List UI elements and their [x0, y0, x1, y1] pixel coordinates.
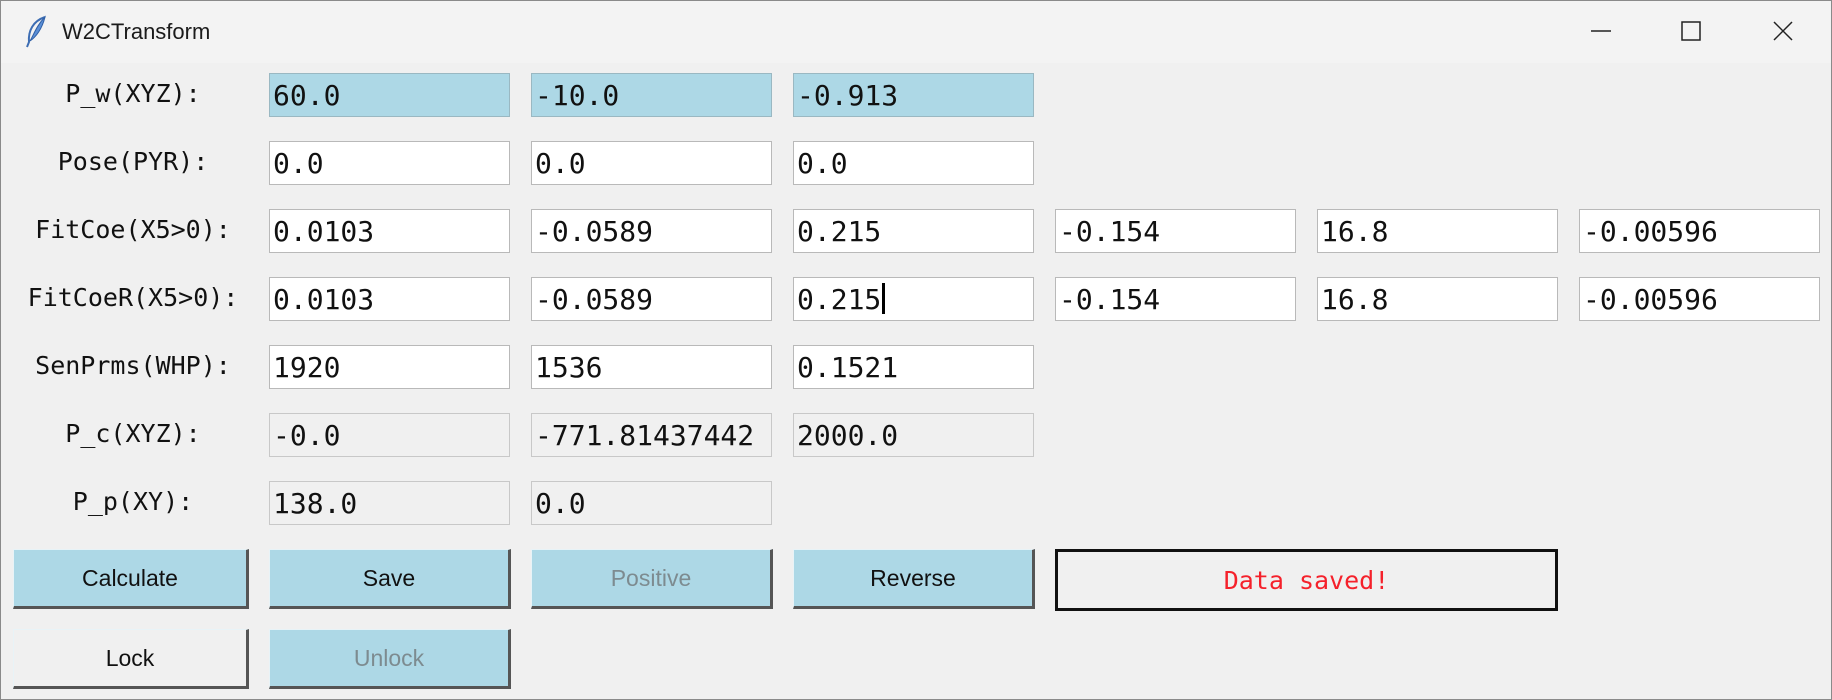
row-label-fitcoe: FitCoe(X5>0):	[35, 215, 231, 244]
positive-button[interactable]: Positive	[531, 549, 773, 609]
window-title: W2CTransform	[62, 19, 211, 44]
reverse-button[interactable]: Reverse	[793, 549, 1035, 609]
fitcoe-input-6[interactable]: -0.00596	[1579, 209, 1820, 253]
fitcoer-input-2[interactable]: -0.0589	[531, 277, 772, 321]
pw-y-input[interactable]: -10.0	[531, 73, 772, 117]
close-button[interactable]	[1753, 11, 1813, 51]
fitcoer-input-6[interactable]: -0.00596	[1579, 277, 1820, 321]
pose-yaw-input[interactable]: 0.0	[531, 141, 772, 185]
pp-y-output: 0.0	[531, 481, 772, 525]
row-label-senprms: SenPrms(WHP):	[35, 351, 231, 380]
maximize-button[interactable]	[1661, 11, 1721, 51]
fitcoe-input-2[interactable]: -0.0589	[531, 209, 772, 253]
fitcoe-input-5[interactable]: 16.8	[1317, 209, 1558, 253]
feather-icon	[23, 15, 49, 49]
row-label-pc: P_c(XYZ):	[65, 419, 201, 448]
calculate-button[interactable]: Calculate	[13, 549, 249, 609]
fitcoer-input-5[interactable]: 16.8	[1317, 277, 1558, 321]
fitcoe-input-1[interactable]: 0.0103	[269, 209, 510, 253]
text-caret	[882, 283, 886, 314]
senprms-height-input[interactable]: 1536	[531, 345, 772, 389]
row-label-fitcoer: FitCoeR(X5>0):	[27, 283, 239, 312]
save-button[interactable]: Save	[269, 549, 511, 609]
app-window: W2CTransform P_w(XYZ): 60.0 -10.0 -0.913…	[0, 0, 1832, 700]
maximize-icon	[1681, 21, 1701, 41]
row-label-pw: P_w(XYZ):	[65, 79, 201, 108]
fitcoe-input-3[interactable]: 0.215	[793, 209, 1034, 253]
close-icon	[1773, 21, 1793, 41]
row-label-pose: Pose(PYR):	[57, 147, 209, 176]
pc-x-output: -0.0	[269, 413, 510, 457]
senprms-pixel-input[interactable]: 0.1521	[793, 345, 1034, 389]
pose-pitch-input[interactable]: 0.0	[269, 141, 510, 185]
senprms-width-input[interactable]: 1920	[269, 345, 510, 389]
fitcoer-input-1[interactable]: 0.0103	[269, 277, 510, 321]
status-message: Data saved!	[1055, 549, 1558, 611]
fitcoer-input-3-value: 0.215	[797, 283, 882, 316]
pc-y-output: -771.81437442	[531, 413, 772, 457]
lock-button[interactable]: Lock	[13, 629, 249, 689]
pp-x-output: 138.0	[269, 481, 510, 525]
pose-roll-input[interactable]: 0.0	[793, 141, 1034, 185]
fitcoe-input-4[interactable]: -0.154	[1055, 209, 1296, 253]
fitcoer-input-3[interactable]: 0.215	[793, 277, 1034, 321]
fitcoer-input-4[interactable]: -0.154	[1055, 277, 1296, 321]
form-area: P_w(XYZ): 60.0 -10.0 -0.913 Pose(PYR): 0…	[1, 63, 1831, 699]
row-label-pp: P_p(XY):	[72, 487, 194, 516]
unlock-button[interactable]: Unlock	[269, 629, 511, 689]
pw-z-input[interactable]: -0.913	[793, 73, 1034, 117]
title-bar[interactable]: W2CTransform	[1, 1, 1831, 63]
pc-z-output: 2000.0	[793, 413, 1034, 457]
minimize-icon	[1591, 30, 1611, 32]
minimize-button[interactable]	[1571, 11, 1631, 51]
pw-x-input[interactable]: 60.0	[269, 73, 510, 117]
